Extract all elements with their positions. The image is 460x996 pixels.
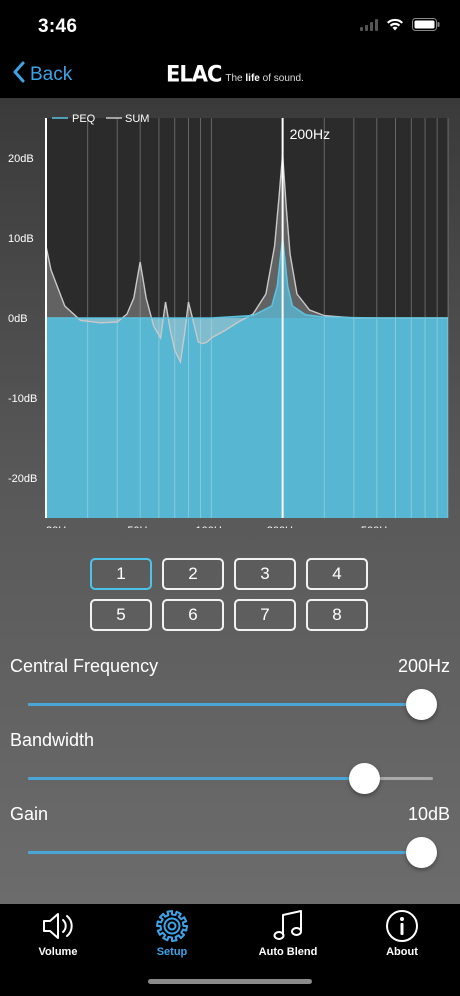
band-button-2[interactable]: 2: [162, 558, 224, 590]
gain-slider[interactable]: [28, 837, 437, 869]
gain-value: 10dB: [407, 804, 450, 824]
x-tick-label: 100Hz: [195, 525, 227, 528]
home-indicator: [148, 979, 312, 984]
gear-icon: [154, 908, 190, 944]
wifi-icon: [386, 18, 404, 36]
slider-fill: [28, 703, 421, 706]
bandwidth-slider[interactable]: [28, 763, 433, 795]
central-frequency-label: Central Frequency: [10, 656, 159, 676]
y-tick-label: -10dB: [8, 393, 37, 405]
y-tick-label: 10dB: [8, 233, 34, 245]
tab-volume-label: Volume: [38, 946, 78, 958]
logo-mark: ELAC: [166, 61, 222, 87]
peq-fill-base: [46, 318, 448, 518]
y-tick-label: -20dB: [8, 473, 37, 485]
info-icon: [384, 908, 420, 944]
slider-fill: [28, 777, 365, 780]
tab-setup-label: Setup: [156, 946, 188, 958]
tab-about-label: About: [386, 946, 418, 958]
band-button-6[interactable]: 6: [162, 599, 224, 631]
back-label: Back: [30, 64, 73, 85]
cellular-icon: [360, 18, 378, 36]
x-tick-label: 200Hz: [267, 525, 299, 528]
status-bar: 3:46: [0, 0, 460, 54]
y-tick-label: 0dB: [8, 313, 28, 325]
logo-tagline: The life of sound.: [225, 73, 304, 84]
tab-auto-blend[interactable]: Auto Blend: [242, 908, 334, 964]
frequency-marker-label: 200Hz: [290, 126, 330, 142]
battery-icon: [412, 18, 440, 36]
slider-thumb[interactable]: [405, 837, 437, 868]
band-button-1[interactable]: 1: [90, 558, 152, 590]
band-button-3[interactable]: 3: [234, 558, 296, 590]
tab-about[interactable]: About: [356, 908, 448, 964]
eq-chart[interactable]: 200Hz 20dB 10dB 0dB -10dB -20dB 20Hz 50Hz 100Hz 2…: [0, 98, 460, 528]
gain-label: Gain: [10, 804, 49, 824]
band-button-4[interactable]: 4: [306, 558, 368, 590]
tab-volume[interactable]: Volume: [12, 908, 104, 964]
tab-bar: Volume Setup Auto Blend About: [0, 904, 460, 996]
slider-thumb[interactable]: [405, 689, 437, 720]
band-button-8[interactable]: 8: [306, 599, 368, 631]
slider-thumb[interactable]: [349, 763, 381, 794]
tab-setup[interactable]: Setup: [126, 908, 218, 964]
band-button-5[interactable]: 5: [90, 599, 152, 631]
status-icons: [360, 18, 440, 36]
band-button-7[interactable]: 7: [234, 599, 296, 631]
legend-peq-label: PEQ: [72, 113, 96, 125]
central-frequency-slider[interactable]: [28, 689, 437, 721]
music-note-icon: [270, 908, 306, 944]
back-button[interactable]: Back: [12, 60, 72, 90]
x-tick-label: 50Hz: [127, 525, 153, 528]
elac-logo: ELAC The life of sound.: [166, 61, 304, 87]
chevron-left-icon: [12, 61, 26, 89]
status-time: 3:46: [38, 16, 78, 37]
tab-auto-blend-label: Auto Blend: [258, 946, 318, 958]
x-tick-label: 20Hz: [46, 525, 72, 528]
speaker-icon: [40, 908, 76, 944]
main-content: 200Hz 20dB 10dB 0dB -10dB -20dB 20Hz 50Hz 100Hz 2…: [0, 98, 460, 904]
nav-bar: Back ELAC The life of sound.: [0, 54, 460, 98]
y-tick-label: 20dB: [8, 153, 34, 165]
x-tick-label: 500Hz: [361, 525, 393, 528]
central-frequency-value: 200Hz: [397, 656, 450, 676]
bandwidth-label: Bandwidth: [10, 730, 95, 750]
slider-fill: [28, 851, 421, 854]
legend-sum-label: SUM: [125, 113, 149, 125]
